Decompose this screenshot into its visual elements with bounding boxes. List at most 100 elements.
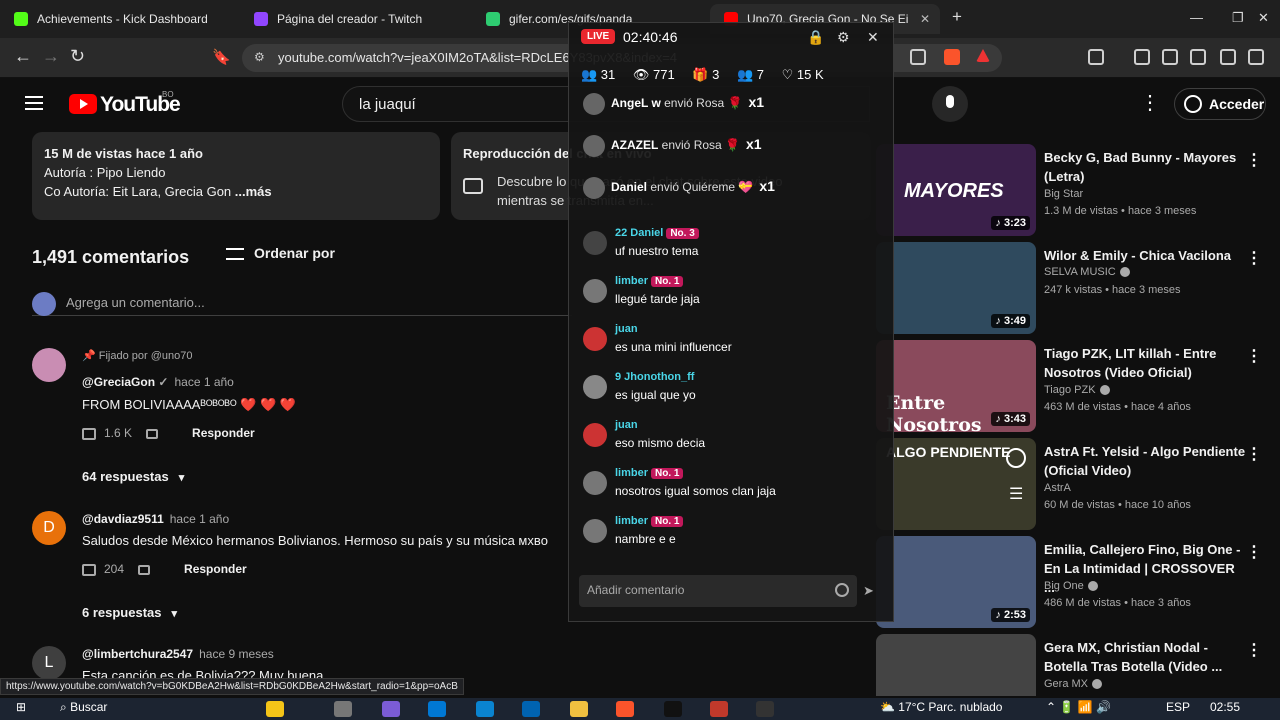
replies-toggle[interactable]: 6 respuestas ▾ (82, 605, 177, 620)
new-tab-button[interactable]: + (952, 7, 962, 27)
video-title[interactable]: Tiago PZK, LIT killah - Entre Nosotros (… (1044, 344, 1248, 382)
recommended-video[interactable]: Gera MX, Christian Nodal - Botella Tras … (876, 634, 1272, 696)
channel-name[interactable]: Gera MX (1044, 678, 1103, 690)
chat-username[interactable]: limber No. 1 (615, 275, 686, 287)
channel-name[interactable]: Tiago PZK (1044, 384, 1110, 396)
dislike-icon[interactable] (146, 428, 159, 439)
bookmark-icon[interactable]: 🔖 (212, 48, 231, 66)
channel-name[interactable]: SELVA MUSIC (1044, 266, 1130, 278)
weather-widget[interactable]: ⛅ 17°C Parc. nublado (880, 700, 1002, 714)
taskbar-search[interactable]: ⌕ Buscar (60, 700, 107, 715)
video-thumbnail[interactable] (876, 634, 1036, 696)
close-tab-icon[interactable]: ✕ (920, 12, 930, 26)
like-icon[interactable] (82, 563, 96, 576)
task-view-icon[interactable] (334, 701, 352, 717)
recommended-video[interactable]: ALGO PENDIENTE ☰ AstrA Ft. Yelsid - Algo… (876, 438, 1272, 530)
language-indicator[interactable]: ESP (1166, 700, 1190, 714)
sign-in-button[interactable]: Acceder (1174, 88, 1266, 120)
app-icon[interactable] (382, 701, 400, 717)
outlook-icon[interactable] (522, 701, 540, 717)
recommended-video[interactable]: Entre Nosotros ♪ 3:43 Tiago PZK, LIT kil… (876, 340, 1272, 432)
edge-icon[interactable] (476, 701, 494, 717)
sort-button[interactable]: Ordenar por (226, 245, 335, 261)
back-arrow-icon[interactable]: ← (14, 46, 32, 67)
channel-name[interactable]: AstrA (1044, 482, 1071, 494)
tab-kick[interactable]: Achievements - Kick Dashboard (0, 4, 238, 34)
system-tray-icons[interactable]: ⌃ 🔋 📶 🔊 (1046, 700, 1111, 714)
comment-author[interactable]: @limbertchura2547 hace 9 meses (82, 647, 274, 661)
more-options-icon[interactable]: ⋮ (1246, 444, 1262, 464)
chat-username[interactable]: limber No. 1 (615, 515, 686, 527)
video-thumbnail[interactable]: ♪ 3:49 (876, 242, 1036, 334)
show-more-link[interactable]: ...más (231, 184, 272, 199)
tab-search-icon[interactable] (1088, 49, 1104, 65)
add-comment-field[interactable]: Agrega un comentario... (32, 292, 572, 316)
video-thumbnail[interactable]: ALGO PENDIENTE ☰ (876, 438, 1036, 530)
windows-start-icon[interactable]: ⊞ (16, 700, 26, 714)
lock-icon[interactable]: 🔒 (807, 29, 824, 46)
video-thumbnail[interactable]: ♪ 2:53 (876, 536, 1036, 628)
video-title[interactable]: AstrA Ft. Yelsid - Algo Pendiente (Ofici… (1044, 442, 1248, 480)
kick-chat-overlay[interactable]: LIVE 02:40:46 🔒 ⚙ ✕ 👥 31 👁 771 🎁 3 👥 7 ♡… (568, 22, 894, 622)
replies-toggle[interactable]: 64 respuestas ▾ (82, 469, 184, 484)
sidebar-icon[interactable] (1162, 49, 1178, 65)
reply-button[interactable]: Responder (184, 562, 247, 576)
video-description[interactable]: 15 M de vistas hace 1 año Autoría : Pipo… (32, 132, 440, 220)
add-to-queue-icon[interactable]: ☰ (1009, 484, 1023, 504)
youtube-logo-icon[interactable] (69, 94, 97, 114)
obs-icon[interactable] (756, 701, 774, 717)
extensions-icon[interactable] (1220, 49, 1236, 65)
tiktok-icon[interactable] (664, 701, 682, 717)
watch-later-icon[interactable] (1006, 448, 1026, 468)
channel-name[interactable]: Big One (1044, 580, 1098, 592)
site-settings-icon[interactable]: ⚙ (254, 50, 265, 64)
comment-author[interactable]: @davdiaz9511 hace 1 año (82, 512, 229, 526)
copilot-icon[interactable] (266, 701, 284, 717)
tab-twitch[interactable]: Página del creador - Twitch (240, 4, 472, 34)
more-options-icon[interactable]: ⋮ (1246, 346, 1262, 366)
ms-store-icon[interactable] (428, 701, 446, 717)
brave-rewards-icon[interactable] (976, 49, 990, 62)
video-title[interactable]: Becky G, Bad Bunny - Mayores (Letra) (1044, 148, 1248, 186)
avatar[interactable]: D (32, 511, 66, 545)
recommended-video[interactable]: ♪ 2:53 Emilia, Callejero Fino, Big One -… (876, 536, 1272, 628)
share-icon[interactable] (910, 49, 926, 65)
vpn-icon[interactable] (1248, 49, 1264, 65)
dislike-icon[interactable] (138, 564, 151, 575)
like-icon[interactable] (82, 427, 96, 440)
voice-search-button[interactable] (932, 86, 968, 122)
reload-icon[interactable]: ↻ (70, 46, 85, 67)
brave-icon[interactable] (616, 701, 634, 717)
send-icon[interactable]: ➤ (863, 583, 874, 599)
wallet-icon[interactable] (1190, 49, 1206, 65)
clock[interactable]: 02:55 (1210, 700, 1240, 714)
recommended-video[interactable]: ♪ 3:49 Wilor & Emily - Chica Vacilona SE… (876, 242, 1272, 334)
maximize-button[interactable]: ❐ (1232, 10, 1244, 26)
brave-shield-icon[interactable] (944, 49, 960, 65)
menu-icon[interactable] (25, 96, 43, 110)
channel-name[interactable]: Big Star (1044, 188, 1083, 200)
recommended-video[interactable]: MAYORES ♪ 3:23 Becky G, Bad Bunny - Mayo… (876, 144, 1272, 236)
forward-arrow-icon[interactable]: → (42, 46, 60, 67)
chat-username[interactable]: juan (615, 323, 638, 335)
gear-icon[interactable]: ⚙ (837, 29, 850, 46)
reply-button[interactable]: Responder (192, 426, 255, 440)
close-window-button[interactable]: ✕ (1258, 10, 1269, 26)
video-thumbnail[interactable]: Entre Nosotros ♪ 3:43 (876, 340, 1036, 432)
minimize-button[interactable]: — (1190, 10, 1203, 25)
file-explorer-icon[interactable] (570, 701, 588, 717)
close-icon[interactable]: ✕ (867, 29, 879, 46)
more-options-icon[interactable]: ⋮ (1246, 248, 1262, 268)
chat-username[interactable]: juan (615, 419, 638, 431)
more-options-icon[interactable]: ⋮ (1246, 542, 1262, 562)
comment-author[interactable]: @GreciaGon ✓ hace 1 año (82, 375, 234, 389)
chat-username[interactable]: limber No. 1 (615, 467, 686, 479)
more-options-icon[interactable]: ⋮ (1246, 640, 1262, 660)
chat-username[interactable]: 9 Jhonothon_ff (615, 371, 694, 383)
app-icon[interactable] (710, 701, 728, 717)
emoji-icon[interactable] (835, 583, 849, 597)
chat-username[interactable]: 22 Daniel No. 3 (615, 227, 702, 239)
video-thumbnail[interactable]: MAYORES ♪ 3:23 (876, 144, 1036, 236)
more-options-icon[interactable]: ⋮ (1246, 150, 1262, 170)
chat-input[interactable]: Añadir comentario (579, 575, 857, 607)
